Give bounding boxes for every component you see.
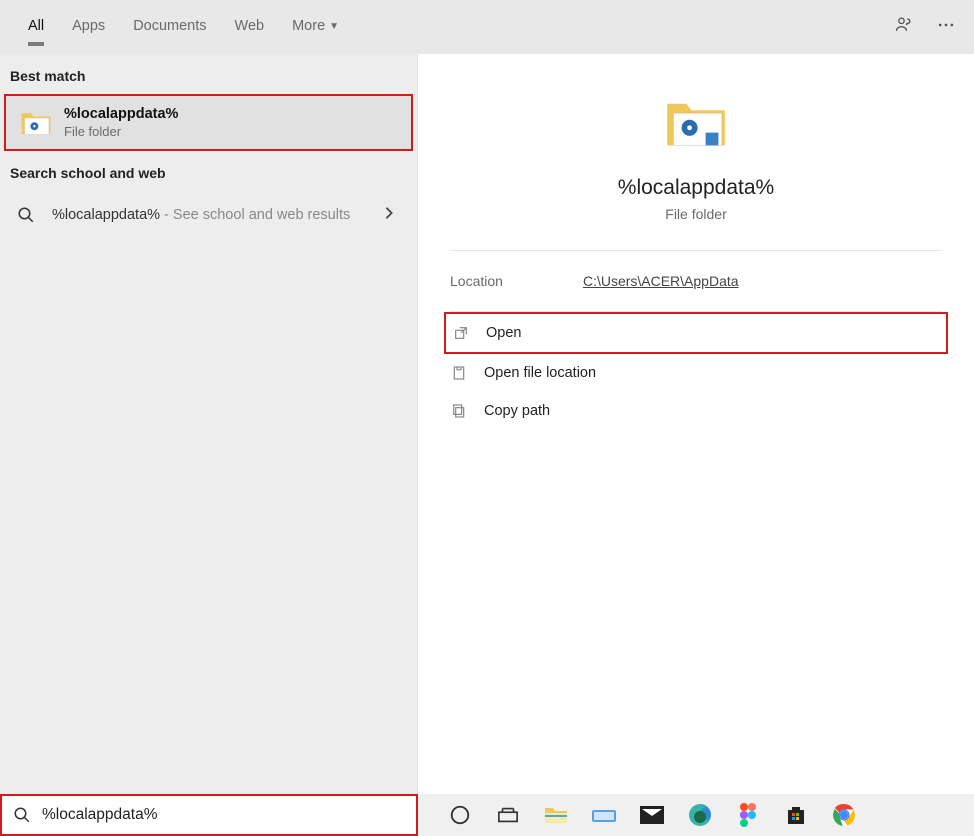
preview-subtitle: File folder [665, 206, 726, 222]
preview-title: %localappdata% [618, 176, 774, 200]
feedback-icon[interactable] [894, 15, 914, 40]
microsoft-store-icon[interactable] [782, 801, 810, 829]
action-open-label: Open [486, 325, 521, 341]
search-input[interactable] [42, 806, 416, 824]
tabs-right-controls [894, 0, 956, 54]
open-icon [452, 324, 470, 342]
tab-apps[interactable]: Apps [58, 8, 119, 46]
results-panel: Best match %localappdata% File folder Se… [0, 54, 418, 794]
web-result-term: %localappdata% [52, 207, 160, 223]
web-result-text: %localappdata% - See school and web resu… [52, 205, 369, 225]
preview-panel: %localappdata% File folder Location C:\U… [418, 54, 974, 794]
best-match-title: %localappdata% [64, 106, 178, 122]
search-icon [2, 806, 42, 824]
tab-more[interactable]: More ▼ [278, 8, 353, 46]
chrome-icon[interactable] [830, 801, 858, 829]
folder-icon-large [664, 94, 728, 158]
mail-icon[interactable] [638, 801, 666, 829]
tab-documents[interactable]: Documents [119, 8, 220, 46]
search-icon [14, 206, 38, 224]
figma-icon[interactable] [734, 801, 762, 829]
edge-icon[interactable] [686, 801, 714, 829]
location-value[interactable]: C:\Users\ACER\AppData [583, 273, 739, 289]
search-tabs-bar: All Apps Documents Web More ▼ [0, 0, 974, 54]
action-open-file-location[interactable]: Open file location [444, 354, 948, 392]
task-view-icon[interactable] [494, 801, 522, 829]
location-label: Location [450, 273, 503, 289]
actions-list: Open Open file location Copy path [418, 312, 974, 430]
preview-header: %localappdata% File folder [418, 54, 974, 250]
best-match-subtitle: File folder [64, 124, 178, 139]
action-copy-path[interactable]: Copy path [444, 392, 948, 430]
file-explorer-icon[interactable] [542, 801, 570, 829]
action-open[interactable]: Open [444, 312, 948, 354]
search-bar[interactable] [0, 794, 418, 836]
cortana-icon[interactable] [446, 801, 474, 829]
main-area: Best match %localappdata% File folder Se… [0, 54, 974, 794]
location-row: Location C:\Users\ACER\AppData [418, 251, 974, 311]
best-match-text: %localappdata% File folder [64, 106, 178, 139]
tab-more-label: More [292, 18, 325, 34]
best-match-result[interactable]: %localappdata% File folder [4, 94, 413, 151]
chevron-down-icon: ▼ [329, 21, 339, 32]
more-options-icon[interactable] [936, 15, 956, 40]
taskbar [436, 794, 974, 836]
copy-icon [450, 402, 468, 420]
web-search-result[interactable]: %localappdata% - See school and web resu… [0, 191, 417, 239]
folder-icon [20, 107, 52, 139]
web-result-suffix: - See school and web results [160, 207, 350, 223]
tab-web[interactable]: Web [221, 8, 279, 46]
chevron-right-icon [383, 206, 403, 225]
file-location-icon [450, 364, 468, 382]
action-open-file-location-label: Open file location [484, 365, 596, 381]
onscreen-keyboard-icon[interactable] [590, 801, 618, 829]
tab-all[interactable]: All [14, 8, 58, 46]
action-copy-path-label: Copy path [484, 403, 550, 419]
best-match-header: Best match [0, 54, 417, 94]
school-web-header: Search school and web [0, 151, 417, 191]
